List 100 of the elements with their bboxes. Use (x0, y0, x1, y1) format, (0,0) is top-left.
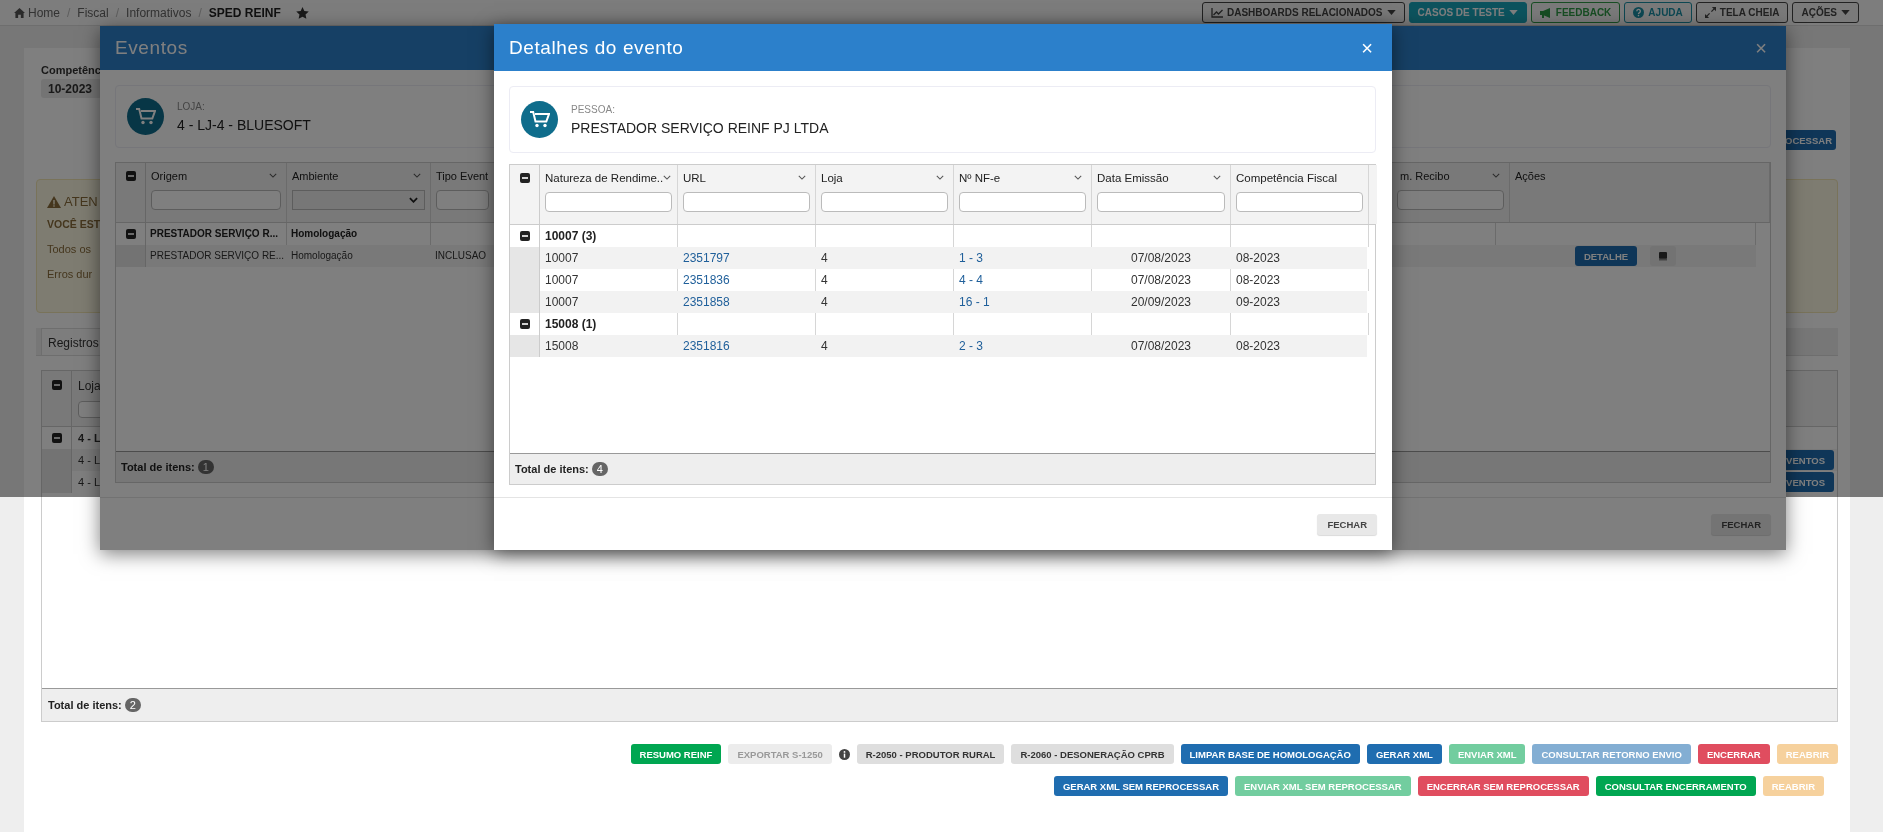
toolbar-button[interactable]: AJUDA (1624, 2, 1692, 23)
chevron-icon (409, 197, 418, 203)
modal-title: Detalhes do evento (509, 36, 684, 59)
table-link[interactable]: 2351858 (683, 295, 730, 309)
warning-icon (47, 195, 61, 208)
close-button[interactable]: FECHAR (1317, 513, 1377, 535)
column-header: Natureza de Rendime.. (545, 171, 664, 184)
toolbar-button[interactable]: FEEDBACK (1530, 2, 1621, 23)
total-label: Total de itens: (48, 699, 122, 711)
column-header: Tipo Event (436, 169, 489, 182)
alert-text: VOCÊ EST (47, 218, 101, 230)
cart-icon (135, 108, 156, 125)
table-cell-text: 10007 (544, 250, 580, 267)
count-badge: 4 (591, 462, 608, 476)
period-field[interactable]: 10-2023 (41, 79, 102, 98)
alert-text: Todos os (47, 243, 92, 255)
table-cell-text: 07/08/2023 (1129, 250, 1193, 267)
count-badge: 2 (124, 698, 141, 712)
toolbar-button[interactable]: TELA CHEIA (1695, 2, 1789, 23)
table-link[interactable]: 2 - 3 (959, 339, 983, 353)
column-header: m. Recibo (1400, 169, 1450, 182)
filter-dropdown[interactable] (292, 190, 425, 210)
table-cell-text: 08-2023 (1235, 338, 1282, 355)
card-label: PESSOA: (571, 103, 616, 115)
table-link[interactable]: 2351836 (683, 273, 730, 287)
action-button[interactable]: CONSULTAR ENCERRAMENTO (1595, 776, 1756, 796)
total-label: Total de itens: (121, 461, 195, 473)
table-link[interactable]: 16 - 1 (959, 295, 990, 309)
table-link[interactable]: 2351797 (683, 251, 730, 265)
action-button[interactable]: ENCERRAR (1697, 744, 1770, 764)
megaphone-icon (1539, 7, 1552, 18)
filter-field[interactable] (436, 190, 489, 210)
table-cell-text: 20/09/2023 (1129, 294, 1193, 311)
table-cell-text: INCLUSAO (434, 249, 488, 263)
chart-icon (1210, 7, 1223, 18)
toolbar-button[interactable]: CASOS DE TESTE (1408, 2, 1527, 23)
caret-icon (1841, 10, 1850, 15)
group-label: 4 - L (77, 431, 102, 446)
breadcrumb-link[interactable]: Informativos (126, 5, 192, 20)
detail-button[interactable]: DETALHE (1574, 246, 1638, 266)
action-button[interactable]: ENCERRAR SEM REPROCESSAR (1417, 776, 1589, 796)
breadcrumb-separator: / (67, 5, 71, 20)
action-button[interactable]: R-2050 - PRODUTOR RURAL (856, 744, 1005, 764)
column-header: URL (683, 171, 706, 184)
filter-field[interactable] (1097, 192, 1225, 212)
column-header: Ambiente (292, 169, 339, 182)
card-value: 4 - LJ-4 - BLUESOFT (177, 116, 311, 133)
column-header: Loja (78, 379, 102, 393)
filter-field[interactable] (1236, 192, 1363, 212)
close-button[interactable]: × (1751, 38, 1771, 58)
collapse-icon (51, 380, 62, 390)
column-header: Data Emissão (1097, 171, 1169, 184)
breadcrumb-link[interactable]: Fiscal (77, 5, 109, 20)
toolbar-button[interactable]: DASHBOARDS RELACIONADOS (1201, 2, 1405, 23)
filter-field[interactable] (959, 192, 1086, 212)
column-header: Nº NF-e (959, 171, 1001, 184)
column-header: Competência Fiscal (1236, 171, 1337, 184)
action-button[interactable]: RESUMO REINF (630, 744, 722, 764)
filter-field[interactable] (545, 192, 672, 212)
filter-field[interactable] (1397, 190, 1504, 210)
table-link[interactable]: 2351816 (683, 339, 730, 353)
collapse-icon (125, 171, 136, 181)
column-header: Origem (151, 169, 188, 182)
table-cell-text: 4 (820, 294, 829, 311)
book-button[interactable] (1650, 246, 1677, 266)
card-label: LOJA: (177, 100, 206, 112)
table-cell-text: 08-2023 (1235, 250, 1282, 267)
breadcrumb-separator: / (115, 5, 120, 20)
table-cell-text: 4 (820, 338, 829, 355)
tab[interactable]: Registros (41, 328, 103, 355)
action-button[interactable]: GERAR XML SEM REPROCESSAR (1053, 776, 1228, 796)
column-header: Loja (821, 171, 843, 184)
total-label: Total de itens: (515, 463, 589, 475)
breadcrumb-separator: / (198, 5, 202, 20)
column-header: Ações (1515, 169, 1546, 182)
table-link[interactable]: 1 - 3 (959, 251, 983, 265)
table-link[interactable]: 4 - 4 (959, 273, 983, 287)
caret-icon (1386, 10, 1396, 15)
filter-field[interactable] (821, 192, 948, 212)
breadcrumb-link[interactable]: Home (14, 5, 60, 20)
count-badge: 1 (197, 460, 214, 474)
help-icon (1633, 7, 1645, 18)
action-button[interactable]: GERAR XML (1366, 744, 1442, 764)
expand-icon (1704, 7, 1716, 18)
toolbar-button[interactable]: AÇÕES (1792, 2, 1859, 23)
table-cell-text: 4 - L (77, 453, 101, 468)
table-cell-text: Homologação (290, 249, 354, 263)
close-button[interactable]: × (1357, 37, 1377, 58)
close-button[interactable]: FECHAR (1711, 513, 1771, 535)
filter-field[interactable] (683, 192, 810, 212)
table-cell-text: PRESTADOR SERVIÇO RE... (149, 249, 286, 263)
alert-title: ATEN (64, 194, 98, 209)
table-cell-text: 15008 (544, 338, 580, 355)
collapse-icon (519, 173, 530, 183)
action-button[interactable]: R-2060 - DESONERAÇÃO CPRB (1011, 744, 1174, 764)
field-label: Competênc (41, 64, 101, 76)
filter-field[interactable] (151, 190, 281, 210)
caret-icon (1508, 10, 1518, 15)
action-button[interactable]: LIMPAR BASE DE HOMOLOGAÇÃO (1180, 744, 1360, 764)
alert-text: Erros dur (47, 268, 93, 280)
